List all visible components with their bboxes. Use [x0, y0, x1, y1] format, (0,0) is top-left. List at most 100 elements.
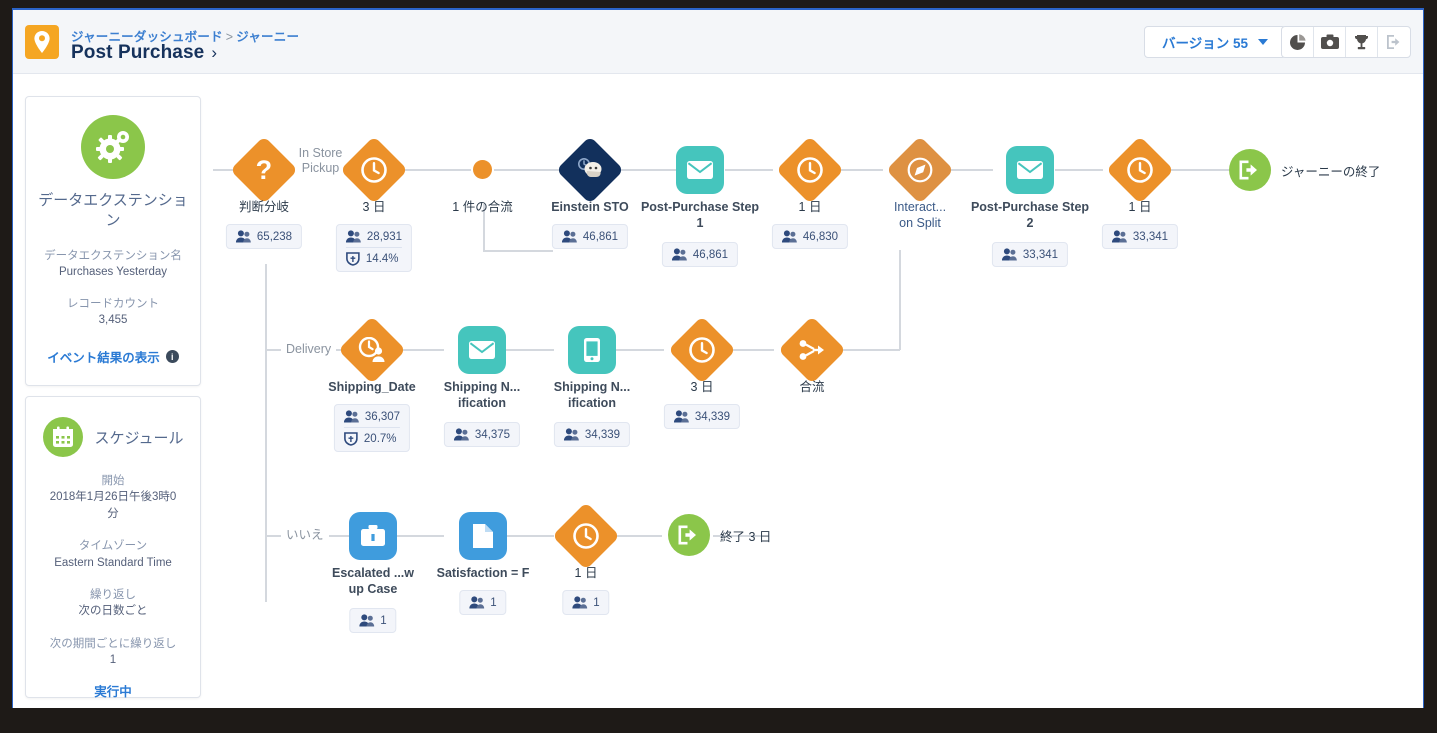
connector — [1213, 169, 1229, 171]
trophy-icon[interactable] — [1346, 27, 1378, 57]
node-label-text: Escalated ...w up Case — [332, 566, 414, 596]
node-label: Satisfaction = F — [436, 566, 530, 580]
node-wait-shipping-date[interactable]: Shipping_Date 36,307 20.7% — [328, 316, 416, 452]
node-wait-3-days[interactable]: 3 日 28,931 14.4% — [335, 136, 413, 272]
merge-dot-icon — [473, 160, 492, 179]
node-stat[interactable]: 1 — [562, 590, 610, 615]
node-merge-point[interactable]: 1 件の合流 — [452, 160, 513, 214]
email-icon — [676, 146, 724, 194]
path-label-delivery: Delivery — [281, 342, 337, 357]
node-stat[interactable]: 46,861 — [551, 224, 629, 249]
connector — [265, 264, 267, 602]
node-join[interactable]: 合流 — [778, 316, 846, 394]
view-event-results-link[interactable]: イベント結果の表示 i — [26, 347, 200, 366]
people-icon — [561, 230, 577, 243]
node-label-text: Shipping N... ification — [443, 380, 521, 410]
stat-count: 36,307 — [364, 410, 401, 423]
clock-icon — [340, 136, 408, 204]
stat-rate: 14.4% — [365, 253, 399, 265]
email-icon — [458, 326, 506, 374]
node-einstein-sto[interactable]: Einstein STO 46,861 — [551, 136, 629, 249]
header-icon-group — [1281, 26, 1411, 58]
node-stat[interactable]: 28,931 14.4% — [335, 224, 413, 272]
node-stat[interactable]: 46,861 — [661, 242, 739, 267]
breadcrumb-separator: > — [225, 30, 234, 44]
node-stat[interactable]: 1 — [459, 590, 507, 615]
info-icon[interactable]: i — [165, 350, 179, 364]
breadcrumb-current[interactable]: ジャーニー — [236, 30, 299, 44]
schedule-status[interactable]: 実行中 — [26, 681, 200, 700]
node-label: ジャーニーの終了 — [1281, 165, 1381, 179]
connector — [616, 349, 664, 351]
people-icon — [781, 230, 797, 243]
node-email-post-purchase-step-2[interactable]: Post-Purchase Step 2 33,341 — [971, 146, 1089, 267]
node-label: 1 日 — [1128, 200, 1152, 214]
connector — [836, 349, 900, 351]
node-label: Shipping N... ification — [532, 380, 652, 411]
people-icon — [1111, 230, 1127, 243]
node-wait-1-day-a[interactable]: 1 日 46,830 — [771, 136, 849, 249]
node-satisfaction-f[interactable]: Satisfaction = F 1 — [437, 512, 529, 615]
briefcase-icon — [349, 512, 397, 560]
node-email-post-purchase-step-1[interactable]: Post-Purchase Step 1 46,861 — [641, 146, 759, 267]
node-email-shipping-notification[interactable]: Shipping N... ification 34,375 — [444, 326, 520, 447]
location-pin-icon — [25, 25, 59, 59]
node-escalated-follow-up-case[interactable]: Escalated ...w up Case 1 — [332, 512, 414, 633]
node-interaction-split[interactable]: Interact... on Split — [886, 136, 954, 230]
node-label: 終了 3 日 — [720, 530, 772, 544]
exit-icon[interactable] — [1378, 27, 1410, 57]
stat-count: 1 — [380, 614, 387, 627]
node-stat[interactable]: 34,339 — [553, 422, 631, 447]
node-label: Post-Purchase Step 2 — [970, 200, 1090, 231]
path-label-in-store-pickup: In Store Pickup — [293, 146, 348, 176]
node-label: 3 日 — [690, 380, 714, 394]
journey-canvas[interactable]: In Store Pickup Delivery いいえ ? 判断分岐 65,2… — [213, 74, 1423, 708]
stat-count: 1 — [593, 596, 600, 609]
stat-count: 34,339 — [694, 410, 731, 423]
document-icon — [459, 512, 507, 560]
node-label: Escalated ...w up Case — [313, 566, 433, 597]
node-stat[interactable]: 33,341 — [991, 242, 1069, 267]
stat-count: 33,341 — [1022, 248, 1059, 261]
version-dropdown[interactable]: バージョン 55 — [1144, 26, 1286, 58]
camera-icon[interactable] — [1314, 27, 1346, 57]
schedule-card[interactable]: スケジュール 開始 2018年1月26日午後3時0分 タイムゾーン Easter… — [25, 396, 201, 700]
node-end-3-days[interactable]: 終了 3 日 — [668, 514, 771, 556]
node-label-text: Interact... on Split — [893, 200, 947, 230]
schedule-interval-value: 1 — [109, 654, 117, 667]
connector — [1165, 169, 1213, 171]
node-stat[interactable]: 34,339 — [663, 404, 741, 429]
node-stat[interactable]: 65,238 — [225, 224, 303, 249]
node-label-text: Post-Purchase Step 2 — [970, 200, 1090, 230]
node-journey-end[interactable]: ジャーニーの終了 — [1229, 149, 1380, 191]
chevron-right-icon[interactable]: › — [211, 43, 217, 62]
join-icon — [778, 316, 846, 384]
people-icon — [359, 614, 375, 627]
exit-icon — [1229, 149, 1271, 191]
node-decision-split[interactable]: ? 判断分岐 65,238 — [225, 136, 303, 249]
node-stat[interactable]: 33,341 — [1101, 224, 1179, 249]
node-wait-1-day-c[interactable]: 1 日 1 — [552, 502, 620, 615]
stat-count: 28,931 — [366, 230, 403, 243]
node-wait-1-day-b[interactable]: 1 日 33,341 — [1101, 136, 1179, 249]
node-stat[interactable]: 34,375 — [443, 422, 521, 447]
entry-de-name-value: Purchases Yesterday — [58, 265, 168, 278]
node-stat[interactable]: 36,307 20.7% — [333, 404, 411, 452]
connector — [1055, 169, 1103, 171]
schedule-timezone-value: Eastern Standard Time — [54, 556, 172, 569]
stat-count: 46,861 — [582, 230, 619, 243]
node-sms-shipping-notification[interactable]: Shipping N... ification 34,339 — [554, 326, 630, 447]
connector — [617, 535, 662, 537]
pie-chart-icon[interactable] — [1282, 27, 1314, 57]
node-wait-3-days-b[interactable]: 3 日 34,339 — [663, 316, 741, 429]
node-label-text: Shipping N... ification — [553, 380, 631, 410]
node-stat[interactable]: 1 — [349, 608, 397, 633]
calendar-icon — [42, 417, 83, 457]
connector — [494, 169, 566, 171]
stat-count: 34,339 — [584, 428, 621, 441]
schedule-status-label: 実行中 — [94, 684, 132, 699]
entry-source-card[interactable]: データエクステンション データエクステンション名 Purchases Yeste… — [25, 96, 201, 386]
node-label: 判断分岐 — [238, 200, 289, 214]
node-stat[interactable]: 46,830 — [771, 224, 849, 249]
clock-icon — [776, 136, 844, 204]
